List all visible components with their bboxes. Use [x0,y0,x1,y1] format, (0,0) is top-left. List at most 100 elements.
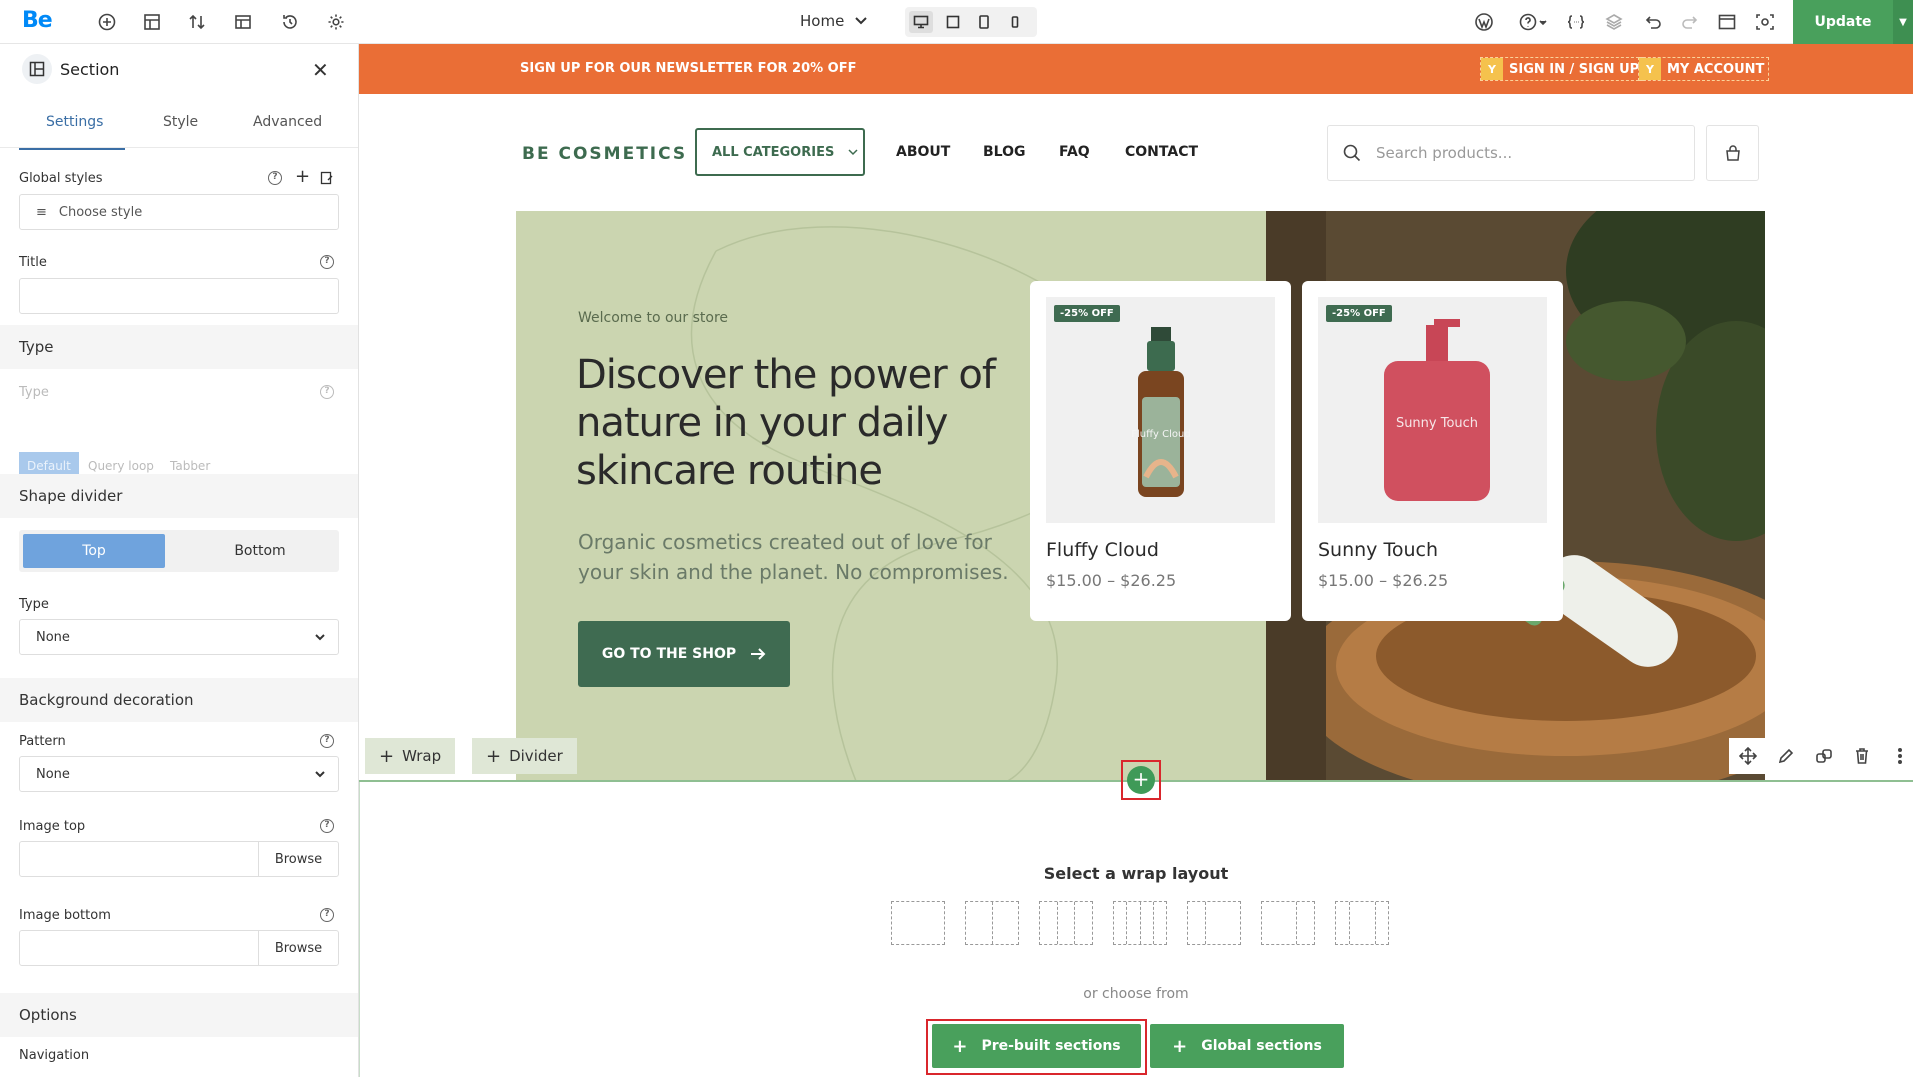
add-style-icon[interactable]: + [295,166,310,187]
mobile-view-icon[interactable] [1003,11,1027,33]
user-icon: Y [1481,58,1503,80]
site-brand-logo[interactable]: BE COSMETICS [522,144,687,164]
tab-style[interactable]: Style [163,114,198,130]
help-icon[interactable]: ? [320,734,334,748]
wrap-layout-2-1[interactable] [1261,901,1315,945]
arrow-right-icon [751,648,766,660]
template-icon[interactable] [232,11,254,33]
add-wrap-button[interactable]: + Wrap [365,738,456,774]
live-preview-icon[interactable] [1754,11,1776,33]
close-icon[interactable]: ✕ [312,58,329,82]
hero-section[interactable]: Welcome to our store Discover the power … [516,211,1765,781]
shape-divider-bottom[interactable]: Bottom [189,534,331,568]
shape-divider-toggle: Top Bottom [19,530,339,572]
image-bottom-browse-button[interactable]: Browse [258,931,338,965]
add-element-icon[interactable] [96,11,118,33]
wrap-layout-1-2[interactable] [1187,901,1241,945]
preview-window-icon[interactable] [1716,11,1738,33]
settings-gear-icon[interactable] [325,11,347,33]
product-search-input[interactable]: Search products... [1327,125,1695,181]
tablet-view-icon[interactable] [972,11,996,33]
nav-blog[interactable]: BLOG [983,144,1026,160]
image-top-input[interactable]: Browse [19,841,339,877]
plus-icon: + [379,745,395,767]
product-name[interactable]: Sunny Touch [1318,539,1438,561]
navigation-label: Navigation [19,1048,90,1063]
update-button[interactable]: Update [1793,0,1893,44]
all-categories-button[interactable]: ALL CATEGORIES [695,128,865,176]
wrap-layout-1col[interactable] [891,901,945,945]
go-to-shop-label: GO TO THE SHOP [601,646,737,662]
wrap-layout-3col[interactable] [1039,901,1093,945]
shape-divider-top[interactable]: Top [23,534,165,568]
hero-subline[interactable]: Organic cosmetics created out of love fo… [578,527,1018,587]
help-icon[interactable]: ? [268,171,282,185]
edit-pencil-icon[interactable] [1767,738,1805,774]
hero-welcome-text[interactable]: Welcome to our store [578,310,728,326]
image-top-browse-button[interactable]: Browse [258,842,338,876]
product-image[interactable]: Sunny Touch [1318,297,1547,523]
product-image[interactable]: Fluffy Cloud [1046,297,1275,523]
help-icon[interactable]: ? [320,908,334,922]
plus-icon: + [1172,1035,1188,1057]
sort-icon[interactable] [186,11,208,33]
sign-in-link[interactable]: Y SIGN IN / SIGN UP [1480,57,1645,81]
page-select[interactable]: Home [800,12,868,30]
layers-icon[interactable] [1603,11,1625,33]
image-bottom-input[interactable]: Browse [19,930,339,966]
search-icon [1343,144,1361,162]
structure-icon[interactable] [141,11,163,33]
help-menu-icon[interactable] [1516,11,1552,33]
shape-type-select[interactable]: None [19,619,339,655]
chevron-down-icon [855,17,868,25]
background-decoration-group-header[interactable]: Background decoration [0,678,358,722]
product-price: $15.00 – $26.25 [1318,571,1449,590]
tab-settings[interactable]: Settings [46,114,103,130]
product-name[interactable]: Fluffy Cloud [1046,539,1159,561]
wrap-layout-2col[interactable] [965,901,1019,945]
undo-icon[interactable] [1642,11,1664,33]
prebuilt-sections-button[interactable]: + Pre-built sections [932,1024,1141,1068]
options-group-header[interactable]: Options [0,993,358,1037]
global-sections-button[interactable]: + Global sections [1150,1024,1344,1068]
manage-styles-icon[interactable] [320,170,334,189]
trash-icon[interactable] [1843,738,1881,774]
discount-badge: -25% OFF [1054,305,1120,322]
promo-text[interactable]: SIGN UP FOR OUR NEWSLETTER FOR 20% OFF [520,61,857,76]
wordpress-icon[interactable] [1473,11,1495,33]
pattern-select[interactable]: None [19,756,339,792]
history-icon[interactable] [279,11,301,33]
go-to-shop-button[interactable]: GO TO THE SHOP [578,621,790,687]
product-card[interactable]: Fluffy Cloud -25% OFF Fluffy Cloud $15.0… [1030,281,1291,621]
betheme-logo[interactable]: Be [22,8,53,33]
title-input[interactable] [19,278,339,314]
shape-type-label: Type [19,597,49,612]
hero-headline[interactable]: Discover the power of nature in your dai… [576,351,1016,495]
laptop-view-icon[interactable] [941,11,965,33]
update-options-caret-icon[interactable]: ▼ [1893,0,1913,44]
cart-button[interactable] [1706,125,1759,181]
more-options-icon[interactable] [1881,738,1913,774]
help-icon[interactable]: ? [320,819,334,833]
choose-style-select[interactable]: ≡ Choose style [19,194,339,230]
code-icon[interactable] [1565,11,1587,33]
duplicate-icon[interactable] [1805,738,1843,774]
tab-advanced[interactable]: Advanced [253,114,322,130]
product-card[interactable]: Sunny Touch -25% OFF Sunny Touch $15.00 … [1302,281,1563,621]
my-account-link[interactable]: Y MY ACCOUNT [1638,57,1770,81]
nav-faq[interactable]: FAQ [1059,144,1090,160]
plus-icon: + [486,745,502,767]
shape-divider-group-header[interactable]: Shape divider [0,474,358,518]
desktop-view-icon[interactable] [909,11,933,33]
wrap-layout-4col[interactable] [1113,901,1167,945]
help-icon[interactable]: ? [320,385,334,399]
type-group-header[interactable]: Type [0,325,358,369]
nav-about[interactable]: ABOUT [896,144,950,160]
move-icon[interactable] [1729,738,1767,774]
add-divider-button[interactable]: + Divider [472,738,577,774]
help-icon[interactable]: ? [320,255,334,269]
wrap-layout-1-2-1[interactable] [1335,901,1389,945]
nav-contact[interactable]: CONTACT [1125,144,1198,160]
redo-icon[interactable] [1679,11,1701,33]
my-account-label: MY ACCOUNT [1667,61,1765,77]
